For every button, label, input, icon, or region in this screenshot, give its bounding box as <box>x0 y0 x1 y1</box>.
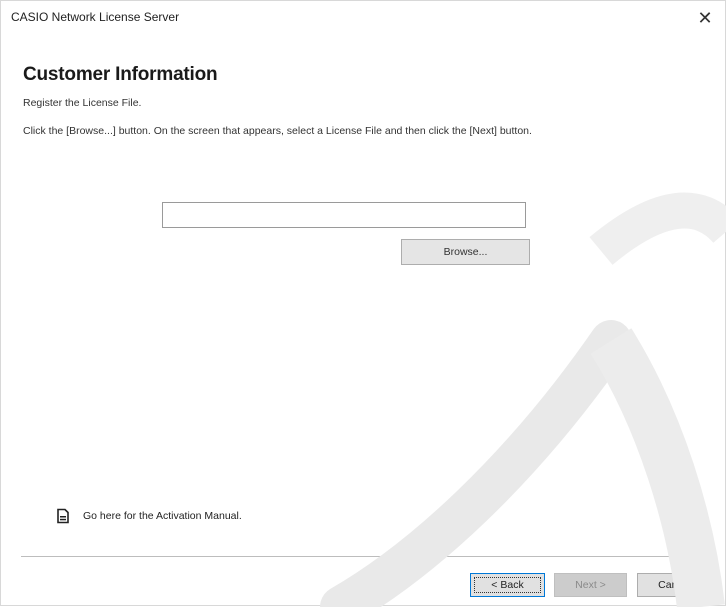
page-subtitle: Register the License File. <box>23 97 142 109</box>
document-icon <box>53 506 73 526</box>
license-wizard-window: CASIO Network License Server ✕ Customer … <box>0 0 726 607</box>
instruction-text: Click the [Browse...] button. On the scr… <box>23 125 532 137</box>
window-title: CASIO Network License Server <box>11 10 180 24</box>
page-title: Customer Information <box>23 64 218 85</box>
back-button[interactable]: < Back <box>470 573 545 597</box>
cancel-button[interactable]: Cancel <box>637 573 712 597</box>
license-file-path-input[interactable] <box>162 202 526 228</box>
activation-manual-link[interactable]: Go here for the Activation Manual. <box>51 501 242 531</box>
footer-divider <box>21 556 717 557</box>
focus-rectangle <box>474 577 541 593</box>
activation-manual-label: Go here for the Activation Manual. <box>83 510 242 522</box>
next-button[interactable]: Next > <box>554 573 627 597</box>
close-button[interactable]: ✕ <box>693 7 717 29</box>
title-bar: CASIO Network License Server ✕ <box>1 1 725 35</box>
browse-button[interactable]: Browse... <box>401 239 530 265</box>
